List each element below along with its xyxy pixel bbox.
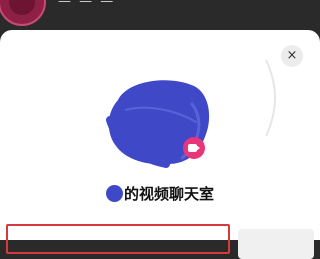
host-name-obscured: — — — bbox=[58, 0, 116, 9]
avatar-redaction-scribble bbox=[106, 80, 210, 168]
room-title: 的视频聊天室 bbox=[0, 183, 320, 205]
host-avatar[interactable] bbox=[0, 0, 46, 26]
name-redaction-dot bbox=[105, 185, 123, 202]
room-avatar bbox=[96, 60, 216, 180]
top-bar: — — — bbox=[0, 0, 320, 30]
video-camera-icon bbox=[183, 137, 205, 159]
highlighted-action-button[interactable] bbox=[6, 224, 230, 254]
secondary-action-button[interactable] bbox=[238, 229, 314, 259]
background-decoration bbox=[265, 59, 276, 137]
host-avatar-image bbox=[9, 0, 35, 15]
camera-lens bbox=[196, 145, 200, 151]
room-title-text: 的视频聊天室 bbox=[123, 185, 214, 203]
